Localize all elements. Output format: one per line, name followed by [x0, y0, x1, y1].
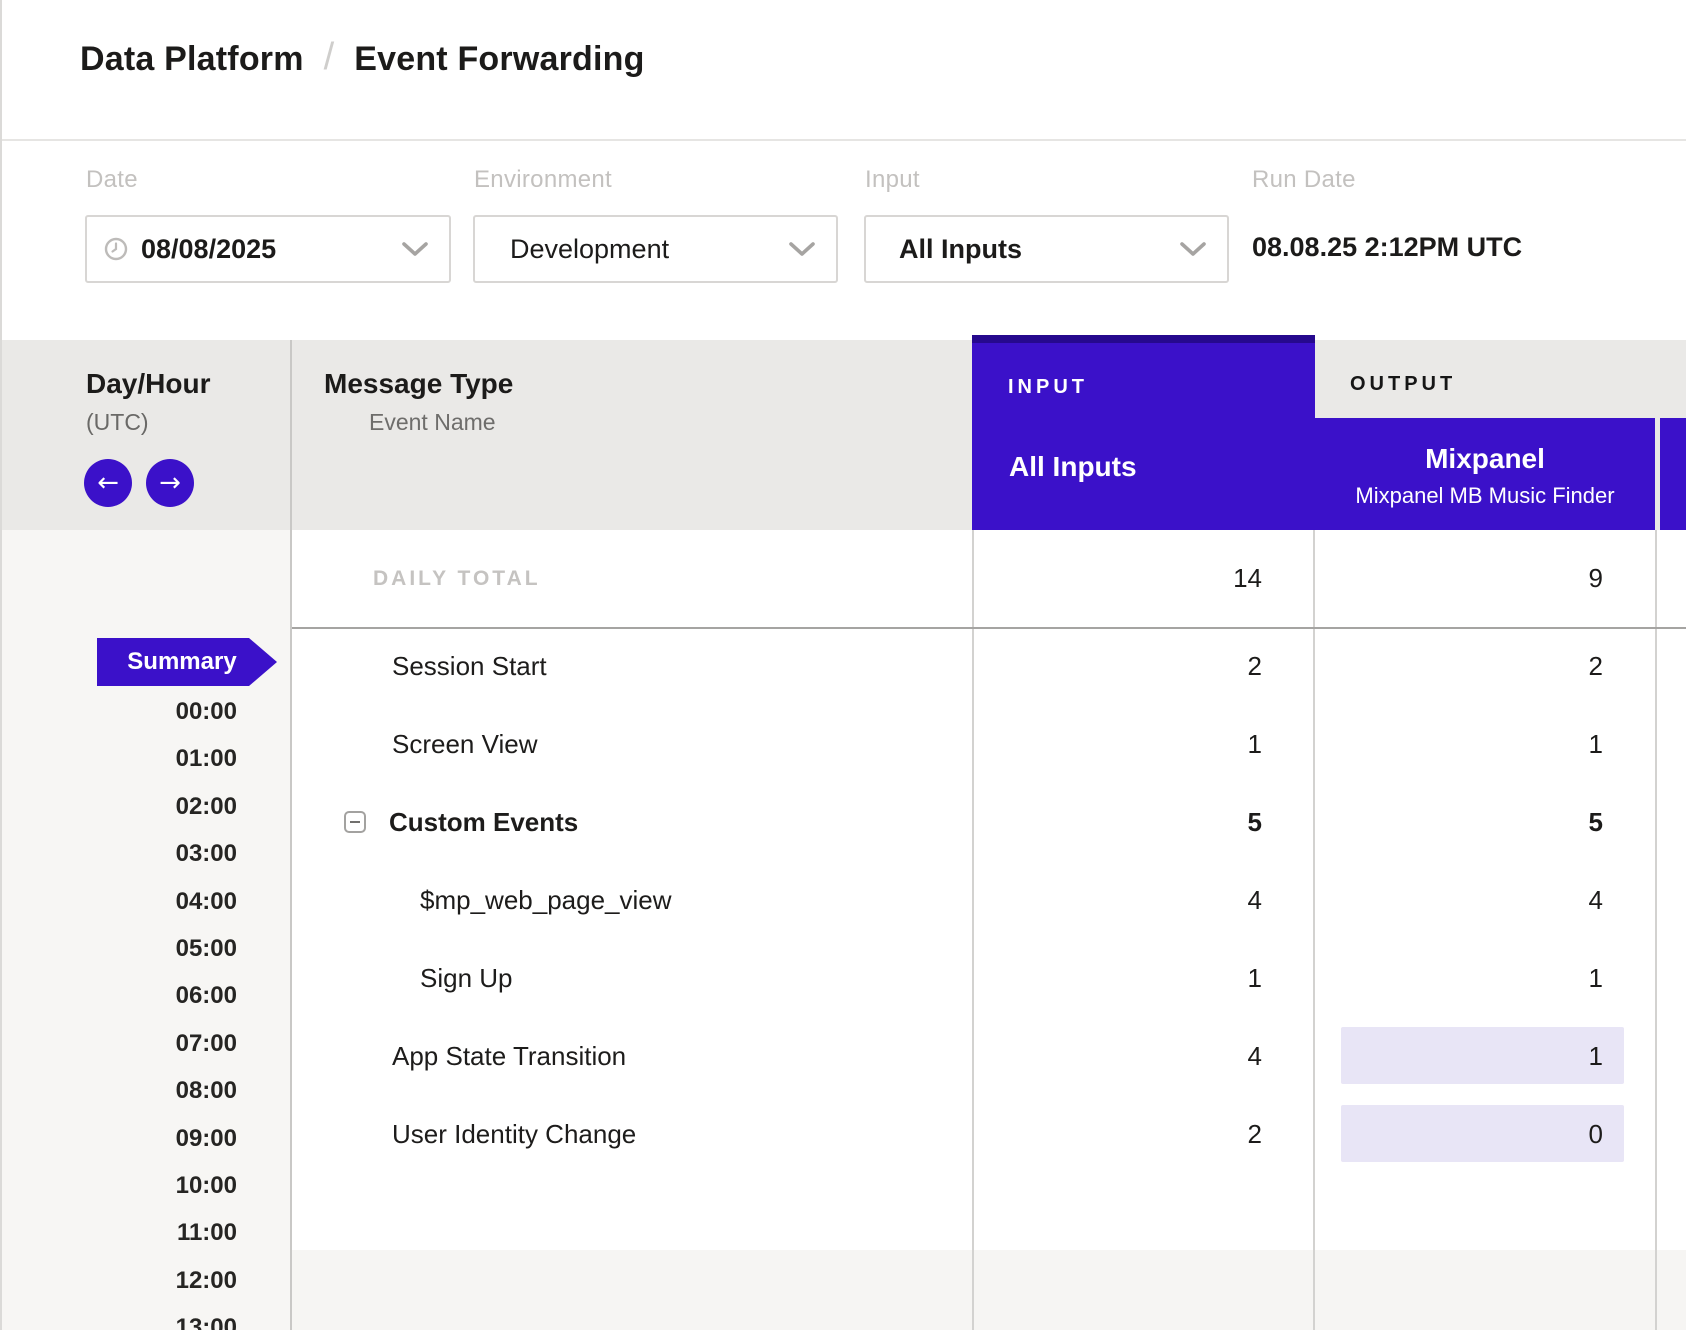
hour-label[interactable]: 11:00: [2, 1218, 237, 1248]
breadcrumb-section[interactable]: Data Platform: [80, 40, 304, 79]
daily-total-input-count: 14: [974, 530, 1313, 627]
output-column-name: Mixpanel: [1425, 443, 1545, 475]
run-date-label: Run Date: [1252, 166, 1356, 194]
row-label: $mp_web_page_view: [292, 861, 972, 939]
input-column-accent-strip: [972, 335, 1315, 343]
output-column-subtitle: Mixpanel MB Music Finder: [1355, 484, 1614, 508]
hour-label[interactable]: 12:00: [2, 1266, 237, 1296]
input-count: 4: [974, 1017, 1313, 1095]
row-label: User Identity Change: [292, 1095, 972, 1173]
input-select[interactable]: All Inputs: [864, 215, 1229, 283]
input-count: 2: [974, 627, 1313, 705]
chevron-down-icon: [1179, 241, 1207, 257]
mixpanel-count-highlighted: 0: [1315, 1095, 1655, 1173]
header-divider: [2, 139, 1686, 141]
row-label: Custom Events: [292, 783, 972, 861]
message-type-header: Message Type: [324, 368, 513, 400]
environment-value: Development: [510, 234, 669, 265]
table-row-group: Custom Events 5 5: [2, 783, 1686, 861]
mixpanel-count: 1: [1315, 939, 1655, 1017]
output-column-header-next[interactable]: [1660, 418, 1686, 530]
hour-label[interactable]: 13:00: [2, 1313, 237, 1330]
mixpanel-count: 4: [1315, 861, 1655, 939]
input-group-label: INPUT: [1008, 376, 1315, 399]
run-date-value: 08.08.25 2:12PM UTC: [1252, 232, 1522, 263]
daily-total-row: DAILY TOTAL 14 9: [2, 530, 1686, 627]
row-label: Session Start: [292, 627, 972, 705]
table-row: Screen View 1 1: [2, 705, 1686, 783]
chevron-down-icon: [788, 241, 816, 257]
input-value: All Inputs: [899, 234, 1022, 265]
output-column-header-mixpanel[interactable]: Mixpanel Mixpanel MB Music Finder: [1315, 418, 1655, 530]
mixpanel-count: 1: [1315, 705, 1655, 783]
mixpanel-count: 2: [1315, 627, 1655, 705]
daily-total-label: DAILY TOTAL: [292, 530, 972, 627]
input-column-name: All Inputs: [1009, 451, 1315, 483]
collapse-icon[interactable]: [344, 811, 366, 833]
arrow-right-icon: →: [159, 470, 181, 496]
date-filter-label: Date: [86, 166, 138, 194]
row-label: App State Transition: [292, 1017, 972, 1095]
table-row: $mp_web_page_view 4 4: [2, 861, 1686, 939]
input-count: 2: [974, 1095, 1313, 1173]
daily-total-mixpanel-count: 9: [1315, 530, 1655, 627]
output-group-label: OUTPUT: [1350, 373, 1456, 396]
environment-select[interactable]: Development: [473, 215, 838, 283]
next-day-button[interactable]: →: [146, 459, 194, 507]
environment-filter-label: Environment: [474, 166, 612, 194]
input-count: 4: [974, 861, 1313, 939]
input-column-header[interactable]: INPUT All Inputs: [972, 335, 1315, 530]
event-forwarding-page: Data Platform / Event Forwarding Date En…: [0, 0, 1686, 1330]
day-hour-timezone: (UTC): [86, 409, 149, 436]
breadcrumb: Data Platform / Event Forwarding: [80, 38, 645, 81]
table-row: User Identity Change 2 0: [2, 1095, 1686, 1173]
table-row: Sign Up 1 1: [2, 939, 1686, 1017]
input-filter-label: Input: [865, 166, 920, 194]
table-row: App State Transition 4 1: [2, 1017, 1686, 1095]
hour-label[interactable]: 10:00: [2, 1171, 237, 1201]
mixpanel-count: 5: [1315, 783, 1655, 861]
table-row: Session Start 2 2: [2, 627, 1686, 705]
event-name-subheader: Event Name: [369, 409, 496, 436]
date-select[interactable]: 08/08/2025: [85, 215, 451, 283]
row-label: Screen View: [292, 705, 972, 783]
table-footer-band: [292, 1250, 1686, 1330]
chevron-down-icon: [401, 241, 429, 257]
input-count: 1: [974, 939, 1313, 1017]
group-row-label: Custom Events: [389, 807, 578, 838]
breadcrumb-separator: /: [324, 36, 335, 79]
input-count: 1: [974, 705, 1313, 783]
day-hour-header: Day/Hour: [86, 368, 210, 400]
input-count: 5: [974, 783, 1313, 861]
row-label: Sign Up: [292, 939, 972, 1017]
date-value: 08/08/2025: [141, 234, 276, 265]
arrow-left-icon: ←: [97, 470, 119, 496]
mixpanel-count-highlighted: 1: [1315, 1017, 1655, 1095]
page-title: Event Forwarding: [354, 40, 644, 79]
previous-day-button[interactable]: ←: [84, 459, 132, 507]
clock-icon: [104, 237, 128, 261]
